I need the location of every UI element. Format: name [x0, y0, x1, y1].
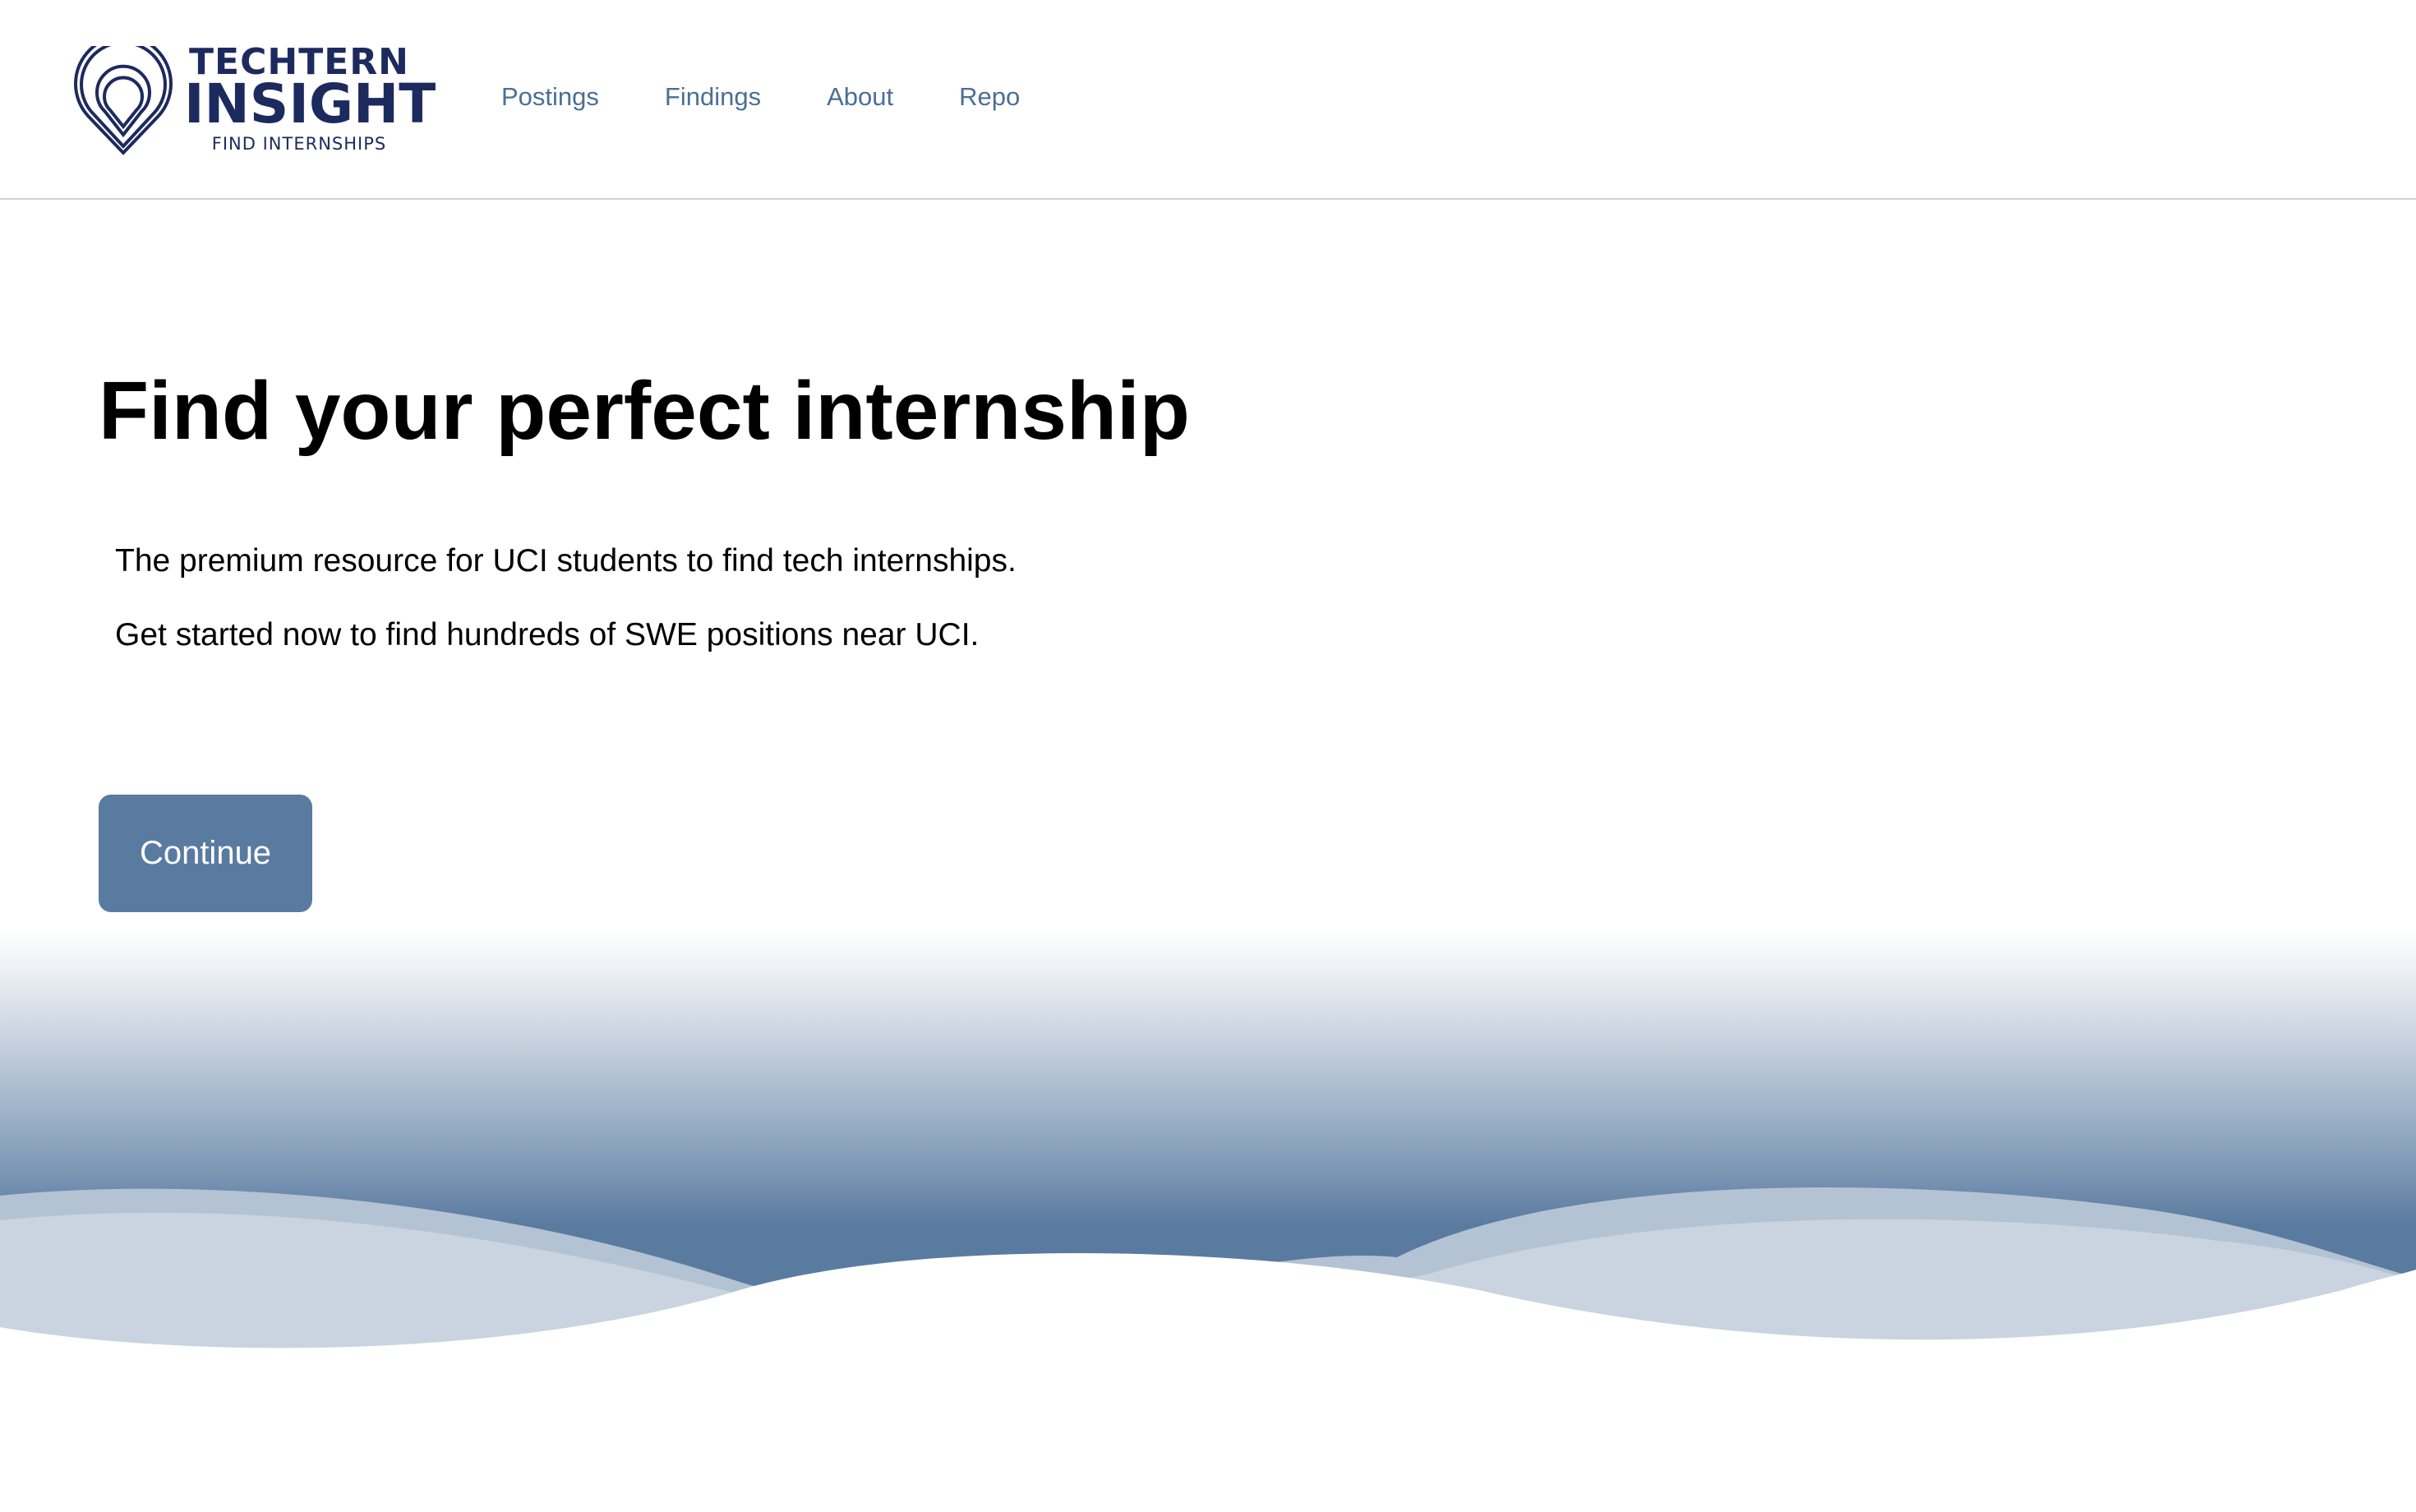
hero-description: The premium resource for UCI students to…: [115, 543, 1017, 579]
hero-title: Find your perfect internship: [99, 365, 1190, 457]
decorative-waves: [0, 929, 2416, 1512]
brand-name-line2: INSIGHT: [184, 72, 436, 136]
landing-page: TECHTERN INSIGHT FIND INTERNSHIPS Postin…: [0, 0, 2416, 1512]
brand-logo[interactable]: TECHTERN INSIGHT FIND INTERNSHIPS: [72, 41, 436, 164]
main-nav: Postings Findings About Repo: [501, 79, 1086, 115]
site-header: TECHTERN INSIGHT FIND INTERNSHIPS Postin…: [0, 0, 2416, 200]
continue-button[interactable]: Continue: [99, 795, 312, 912]
nav-link-postings[interactable]: Postings: [501, 79, 599, 115]
brand-wordmark: TECHTERN INSIGHT FIND INTERNSHIPS: [184, 41, 436, 164]
brand-tagline: FIND INTERNSHIPS: [211, 134, 387, 154]
nav-link-about[interactable]: About: [827, 79, 893, 115]
nav-link-findings[interactable]: Findings: [665, 79, 761, 115]
nav-link-repo[interactable]: Repo: [959, 79, 1020, 115]
location-pin-icon: [74, 46, 173, 155]
hero-subtext: Get started now to find hundreds of SWE …: [115, 617, 980, 652]
